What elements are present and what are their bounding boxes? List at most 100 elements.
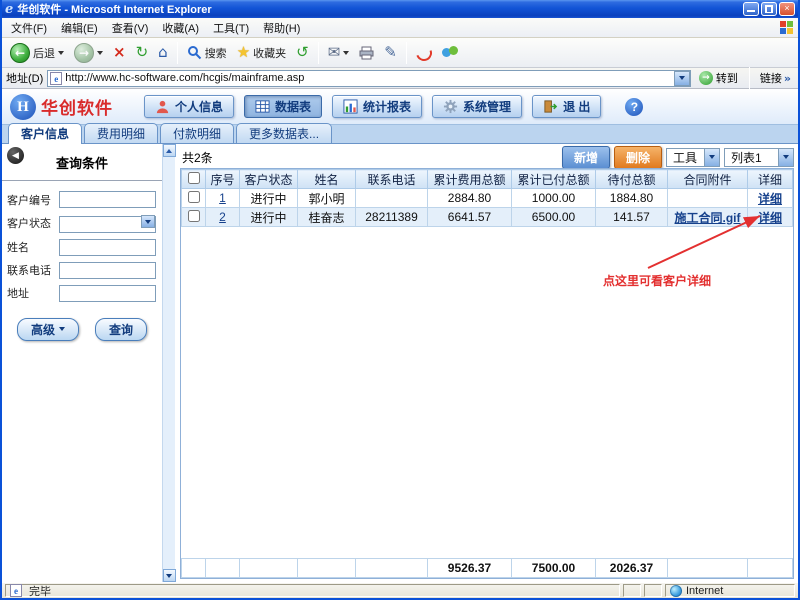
stop-button[interactable]: × xyxy=(109,43,130,62)
table-icon xyxy=(255,99,270,114)
links-button[interactable]: 链接 » xyxy=(757,70,794,86)
cell-due-total: 1884.80 xyxy=(596,189,668,208)
menu-tools[interactable]: 工具(T) xyxy=(206,18,256,38)
favorites-label: 收藏夹 xyxy=(253,45,286,61)
tab-fee-detail[interactable]: 费用明细 xyxy=(84,123,158,143)
go-button[interactable]: → 转到 xyxy=(695,69,742,87)
document-icon: e xyxy=(10,584,22,597)
search-button[interactable]: 搜索 xyxy=(183,43,231,63)
nav-personal-info[interactable]: 个人信息 xyxy=(144,95,234,118)
help-button[interactable]: ? xyxy=(625,98,643,116)
nav-data-tables[interactable]: 数据表 xyxy=(244,95,322,118)
sidebar-title: 查询条件 xyxy=(2,153,162,172)
gear-icon xyxy=(443,99,458,114)
nav-exit[interactable]: 退 出 xyxy=(532,95,601,118)
close-button[interactable]: × xyxy=(779,2,795,16)
menu-favorites[interactable]: 收藏(A) xyxy=(155,18,206,38)
realplayer-icon xyxy=(413,42,434,63)
phone-input[interactable] xyxy=(59,262,156,279)
links-label: 链接 xyxy=(760,70,782,86)
chevron-down-icon[interactable] xyxy=(141,215,155,228)
nav-label: 个人信息 xyxy=(175,98,223,115)
seq-link[interactable]: 1 xyxy=(219,191,226,205)
address-field-label: 地址 xyxy=(7,285,59,301)
query-button[interactable]: 查询 xyxy=(95,318,147,341)
query-label: 查询 xyxy=(109,321,133,338)
cell-attachment xyxy=(668,189,748,208)
home-icon: ⌂ xyxy=(158,45,168,60)
address-field-input[interactable] xyxy=(59,285,156,302)
collapse-sidebar-button[interactable]: ◀ xyxy=(7,147,24,164)
cell-status: 进行中 xyxy=(240,189,298,208)
cell-phone: 28211389 xyxy=(356,208,428,227)
back-button[interactable]: ← 后退 xyxy=(6,41,68,65)
name-input[interactable] xyxy=(59,239,156,256)
menu-view[interactable]: 查看(V) xyxy=(105,18,156,38)
detail-link[interactable]: 详细 xyxy=(758,211,782,225)
customer-table: 序号 客户状态 姓名 联系电话 累计费用总额 累计已付总额 待付总额 合同附件 … xyxy=(181,169,793,578)
messenger-button[interactable] xyxy=(438,43,464,63)
nav-label: 退 出 xyxy=(563,98,590,115)
sidebar-scrollbar[interactable] xyxy=(162,144,175,582)
back-icon: ← xyxy=(10,43,30,63)
tab-more-tables[interactable]: 更多数据表... xyxy=(236,123,332,143)
table-header-row: 序号 客户状态 姓名 联系电话 累计费用总额 累计已付总额 待付总额 合同附件 … xyxy=(182,170,793,189)
scroll-up-button[interactable] xyxy=(163,144,176,157)
query-sidebar: ◀ 查询条件 客户编号 客户状态 xyxy=(2,144,162,582)
col-attachment: 合同附件 xyxy=(668,170,748,189)
cell-due-total: 141.57 xyxy=(596,208,668,227)
realplayer-button[interactable] xyxy=(412,43,436,63)
address-dropdown-button[interactable] xyxy=(674,71,690,86)
tools-dropdown[interactable]: 工具 xyxy=(666,148,720,167)
menu-edit[interactable]: 编辑(E) xyxy=(54,18,105,38)
home-button[interactable]: ⌂ xyxy=(154,43,172,62)
tab-payment-detail[interactable]: 付款明细 xyxy=(160,123,234,143)
seq-link[interactable]: 2 xyxy=(219,210,226,224)
toolbar-separator xyxy=(406,42,407,64)
menu-help[interactable]: 帮助(H) xyxy=(256,18,307,38)
nav-statistics[interactable]: 统计报表 xyxy=(332,95,422,118)
print-button[interactable] xyxy=(355,44,378,62)
mail-icon: ✉ xyxy=(328,45,341,60)
advanced-button[interactable]: 高级 xyxy=(17,318,79,341)
mail-button[interactable]: ✉ xyxy=(324,43,354,62)
add-button[interactable]: 新增 xyxy=(562,146,610,169)
customer-status-select[interactable] xyxy=(59,214,156,233)
delete-button[interactable]: 删除 xyxy=(614,146,662,169)
back-dropdown-icon xyxy=(58,51,64,55)
favorites-button[interactable]: ★ 收藏夹 xyxy=(233,43,290,63)
edit-button[interactable]: ✎ xyxy=(380,43,401,62)
refresh-button[interactable]: ↻ xyxy=(132,43,153,62)
col-detail: 详细 xyxy=(748,170,793,189)
select-all-checkbox[interactable] xyxy=(188,172,200,184)
detail-link[interactable]: 详细 xyxy=(758,192,782,206)
maximize-button[interactable] xyxy=(761,2,777,16)
scroll-down-button[interactable] xyxy=(163,569,176,582)
summary-fee-total: 9526.37 xyxy=(428,559,512,578)
tab-customer-info[interactable]: 客户信息 xyxy=(8,123,82,144)
forward-button[interactable]: → xyxy=(70,41,107,65)
nav-label: 统计报表 xyxy=(363,98,411,115)
advanced-label: 高级 xyxy=(31,321,55,338)
menu-bar: 文件(F) 编辑(E) 查看(V) 收藏(A) 工具(T) 帮助(H) xyxy=(2,18,798,38)
cell-name: 桂奋志 xyxy=(298,208,356,227)
go-arrow-icon: → xyxy=(699,71,713,85)
nav-system-management[interactable]: 系统管理 xyxy=(432,95,522,118)
stop-icon: × xyxy=(113,45,126,60)
minimize-button[interactable] xyxy=(743,2,759,16)
row-checkbox[interactable] xyxy=(188,191,200,203)
nav-label: 数据表 xyxy=(275,98,311,115)
cell-paid-total: 1000.00 xyxy=(512,189,596,208)
history-button[interactable]: ↺ xyxy=(292,43,313,62)
attachment-link[interactable]: 施工合同.gif xyxy=(675,211,741,225)
go-label: 转到 xyxy=(716,70,738,86)
address-input[interactable] xyxy=(65,72,674,84)
cell-name: 郭小明 xyxy=(298,189,356,208)
menu-file[interactable]: 文件(F) xyxy=(4,18,54,38)
list-view-dropdown[interactable]: 列表1 xyxy=(724,148,794,167)
customer-id-input[interactable] xyxy=(59,191,156,208)
row-checkbox[interactable] xyxy=(188,210,200,222)
logo-text: 华创软件 xyxy=(41,94,113,119)
col-seq: 序号 xyxy=(206,170,240,189)
col-due-total: 待付总额 xyxy=(596,170,668,189)
